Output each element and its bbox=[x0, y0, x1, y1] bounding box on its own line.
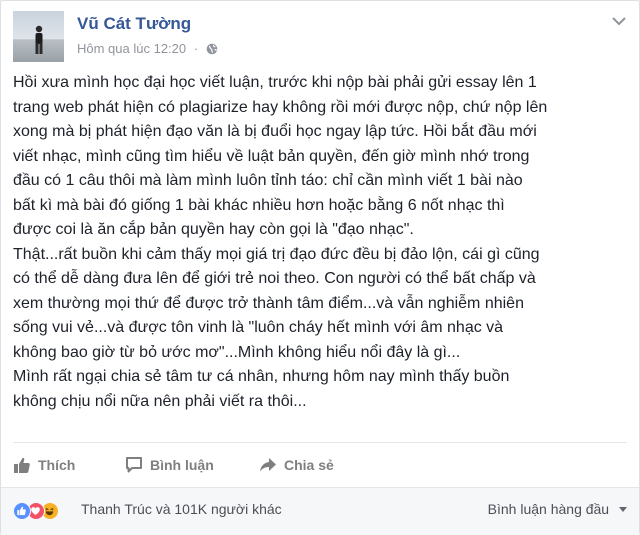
like-label: Thích bbox=[38, 457, 76, 473]
post-body-line: có thể dễ dàng đưa lên để giới trẻ noi t… bbox=[13, 270, 536, 287]
share-arrow-icon bbox=[260, 458, 276, 472]
comment-button[interactable]: Bình luận bbox=[125, 449, 214, 481]
share-label: Chia sẻ bbox=[284, 457, 334, 473]
post-body-line: được coi là ăn cắp bản quyền hay còn gọi… bbox=[13, 221, 414, 238]
post-body-line: viết nhạc, mình cũng tìm hiểu về luật bả… bbox=[13, 147, 530, 165]
like-reaction-icon bbox=[13, 502, 31, 520]
reaction-icons[interactable] bbox=[13, 500, 59, 522]
post-body: Hồi xưa mình học đại học viết luận, trướ… bbox=[13, 71, 629, 414]
post-timestamp[interactable]: Hôm qua lúc 12:20 bbox=[77, 41, 186, 56]
reactions-summary[interactable]: Thanh Trúc và 101K người khác bbox=[81, 501, 282, 517]
post-body-line: sống vui vẻ...và được tôn vinh là "luôn … bbox=[13, 319, 504, 336]
post-meta: Hôm qua lúc 12:20 · bbox=[77, 41, 218, 56]
avatar-person-figure bbox=[35, 25, 43, 54]
post-body-line: không bao giờ từ bỏ ước mơ"...Mình không… bbox=[13, 343, 461, 361]
caret-down-icon bbox=[619, 507, 627, 512]
author-name[interactable]: Vũ Cát Tường bbox=[77, 14, 191, 34]
post-body-line: đầu có 1 câu thôi mà làm mình luôn tỉnh … bbox=[13, 172, 523, 189]
post-body-line: Mình rất ngại chia sẻ tâm tư cá nhân, nh… bbox=[13, 368, 510, 385]
post-body-line: không chịu nổi nữa nên phải viết ra thôi… bbox=[13, 392, 307, 410]
divider bbox=[13, 442, 627, 443]
comment-sort-dropdown[interactable]: Bình luận hàng đầu bbox=[488, 501, 627, 517]
post-footer: Thanh Trúc và 101K người khác Bình luận … bbox=[1, 487, 639, 535]
post-card: Vũ Cát Tường Hôm qua lúc 12:20 · Hồi xưa… bbox=[0, 0, 640, 535]
post-body-line: Thật...rất buồn khi cảm thấy mọi giá trị… bbox=[13, 245, 540, 263]
avatar[interactable] bbox=[13, 11, 64, 62]
comment-label: Bình luận bbox=[150, 457, 214, 473]
post-body-line: bất kì mà bài đó giống 1 bài khác nhiều … bbox=[13, 196, 505, 214]
like-button[interactable]: Thích bbox=[13, 449, 75, 481]
post-body-line: xong mà bị phát hiện đạo văn là bị đuổi … bbox=[13, 123, 537, 140]
comment-sort-label: Bình luận hàng đầu bbox=[487, 501, 610, 517]
post-body-line: Hồi xưa mình học đại học viết luận, trướ… bbox=[13, 74, 537, 91]
thumbs-up-icon bbox=[14, 457, 30, 473]
chevron-down-icon[interactable] bbox=[611, 15, 627, 27]
action-bar: Thích Bình luận Chia sẻ bbox=[13, 449, 613, 483]
meta-separator: · bbox=[193, 41, 199, 56]
post-header: Vũ Cát Tường Hôm qua lúc 12:20 · bbox=[13, 11, 629, 63]
post-body-line: trang web phát hiện có plagiarize hay kh… bbox=[13, 98, 548, 116]
post-body-line: xem thường mọi thứ để được trở thành tâm… bbox=[13, 294, 524, 312]
globe-icon[interactable] bbox=[206, 43, 218, 55]
comment-bubble-icon bbox=[126, 457, 142, 473]
share-button[interactable]: Chia sẻ bbox=[259, 449, 334, 481]
